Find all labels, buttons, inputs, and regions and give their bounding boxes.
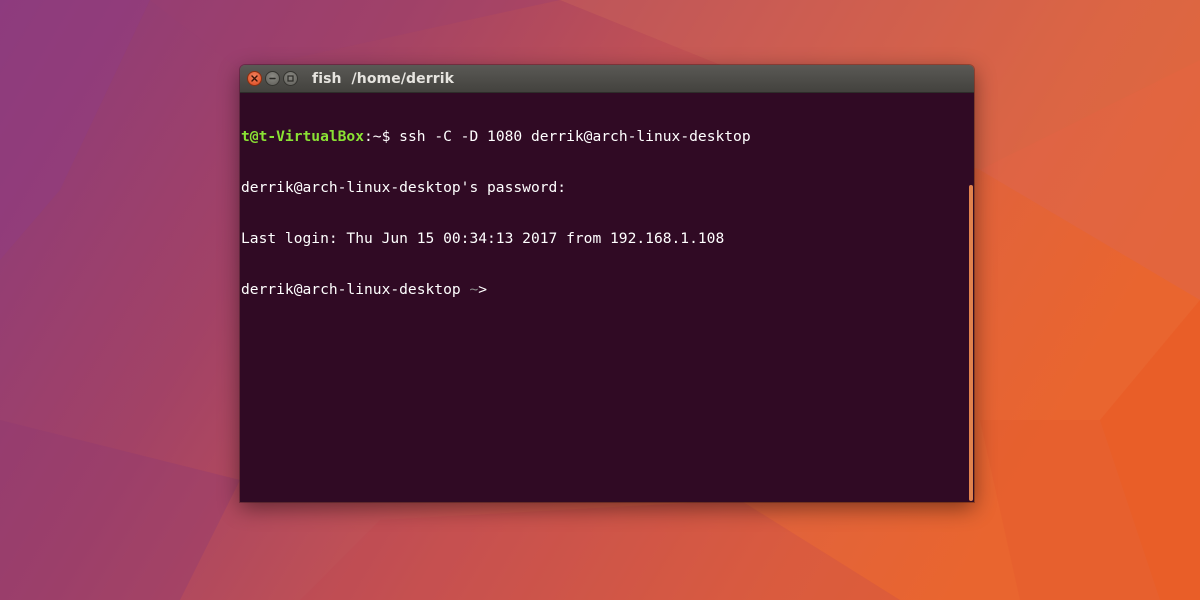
remote-prompt-host: derrik@arch-linux-desktop xyxy=(241,281,470,298)
remote-prompt-tilde: ~ xyxy=(469,281,479,298)
terminal-line-command: t@t-VirtualBox:~$ ssh -C -D 1080 derrik@… xyxy=(241,128,974,145)
local-prompt-separator: :~$ xyxy=(364,128,400,145)
window-controls xyxy=(247,71,298,86)
window-title: fish /home/derrik xyxy=(312,71,454,87)
minimize-button[interactable] xyxy=(265,71,280,86)
terminal-line-last-login: Last login: Thu Jun 15 00:34:13 2017 fro… xyxy=(241,230,725,247)
terminal-window[interactable]: fish /home/derrik t@t-VirtualBox:~$ ssh … xyxy=(240,65,974,502)
window-title-path: /home/derrik xyxy=(351,70,455,87)
minimize-icon xyxy=(269,77,276,80)
maximize-button[interactable] xyxy=(283,71,298,86)
maximize-icon xyxy=(287,75,294,82)
title-bar[interactable]: fish /home/derrik xyxy=(240,65,974,93)
ssh-command: ssh -C -D 1080 derrik@arch-linux-desktop xyxy=(399,128,751,145)
terminal-output[interactable]: t@t-VirtualBox:~$ ssh -C -D 1080 derrik@… xyxy=(240,93,974,502)
close-button[interactable] xyxy=(247,71,262,86)
remote-prompt-arrow: > xyxy=(478,281,488,298)
local-prompt-user: t@t-VirtualBox xyxy=(241,128,365,145)
scrollbar-thumb[interactable] xyxy=(969,185,973,501)
close-icon xyxy=(251,75,258,82)
window-title-app: fish xyxy=(312,70,342,87)
terminal-line-remote-prompt: derrik@arch-linux-desktop ~> xyxy=(241,281,974,298)
terminal-line-password: derrik@arch-linux-desktop's password: xyxy=(241,179,567,196)
scrollbar[interactable] xyxy=(969,93,974,502)
